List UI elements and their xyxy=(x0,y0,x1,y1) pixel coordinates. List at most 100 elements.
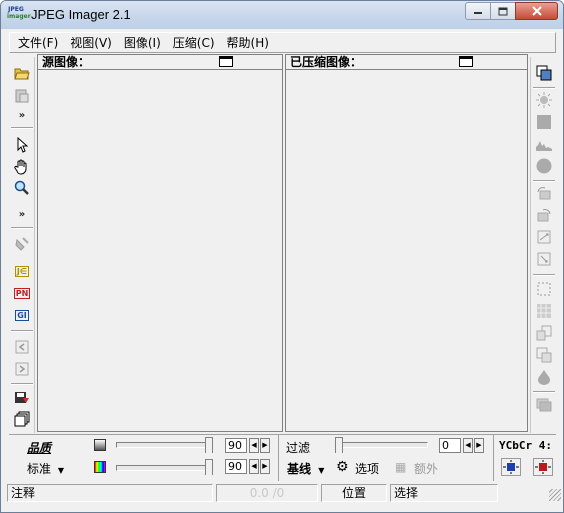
app-icon-text-bottom: imager xyxy=(7,13,31,20)
chevron-down-icon: ▼ xyxy=(318,466,325,475)
status-comment: 注释 xyxy=(7,484,213,502)
color-spectrum-icon xyxy=(94,461,106,473)
paint-icon[interactable] xyxy=(12,234,32,254)
square-icon[interactable] xyxy=(534,112,554,132)
ycbcr-label: YCbCr 4: xyxy=(499,439,552,452)
compressed-image-panel[interactable]: 已压缩图像： xyxy=(285,54,528,432)
maximize-button[interactable] xyxy=(490,2,516,20)
toolbar-separator xyxy=(533,87,555,89)
toolbar-separator xyxy=(11,227,33,229)
toolbar-separator xyxy=(533,180,555,182)
crop-icon[interactable] xyxy=(534,345,554,365)
drop-icon[interactable] xyxy=(534,367,554,387)
quality-slider-thumb[interactable] xyxy=(205,437,213,453)
title-bar[interactable]: JPEG imager JPEG Imager 2.1 xyxy=(1,1,563,29)
standard-dropdown[interactable]: 标准 ▼ xyxy=(27,460,64,477)
color-decrease-button[interactable]: ◀ xyxy=(249,459,259,474)
quality-label: 品质 xyxy=(27,441,52,455)
flip-icon[interactable] xyxy=(534,227,554,247)
more-chevron-icon-2[interactable]: » xyxy=(12,209,32,221)
select-rect-icon[interactable] xyxy=(534,279,554,299)
arrow-left-icon[interactable] xyxy=(12,337,32,357)
caption-buttons xyxy=(465,2,558,20)
copy-image-icon[interactable] xyxy=(534,63,554,83)
toolbar-separator xyxy=(11,127,33,129)
jpeg-tag-icon[interactable]: J∈ xyxy=(12,261,32,281)
app-icon-text-top: JPEG xyxy=(8,6,24,13)
divider xyxy=(278,435,279,481)
compressed-panel-header: 已压缩图像： xyxy=(286,55,527,70)
filter-slider-track[interactable] xyxy=(336,442,428,448)
paste-icon[interactable] xyxy=(12,85,32,105)
rotate-left-icon[interactable] xyxy=(534,183,554,203)
source-panel-title: 源图像： xyxy=(42,55,91,69)
filter-decrease-button[interactable]: ◀ xyxy=(463,438,473,453)
compressed-image-canvas[interactable] xyxy=(286,71,527,431)
extra-button[interactable]: 额外 xyxy=(414,460,438,477)
quality-value-field[interactable]: 90 xyxy=(225,438,247,453)
baseline-dropdown[interactable]: 基线 ▼ xyxy=(287,460,324,477)
color-slider-track[interactable] xyxy=(116,465,210,471)
filter-slider-thumb[interactable] xyxy=(335,437,343,453)
extra-icon: ▦ xyxy=(395,460,407,474)
brightness-icon[interactable] xyxy=(534,90,554,110)
rotate-right-icon[interactable] xyxy=(534,205,554,225)
menu-file[interactable]: 文件(F) xyxy=(12,34,64,51)
chevron-down-icon: ▼ xyxy=(57,466,64,475)
circle-icon[interactable] xyxy=(534,156,554,176)
minimize-icon xyxy=(474,12,482,14)
subsampling-red-button[interactable] xyxy=(533,458,553,476)
compressed-maximize-icon[interactable] xyxy=(459,56,473,67)
filter-increase-button[interactable]: ▶ xyxy=(474,438,484,453)
color-slider-thumb[interactable] xyxy=(205,459,213,475)
resize-icon[interactable] xyxy=(534,323,554,343)
png-tag-icon[interactable]: PN xyxy=(12,283,32,303)
color-increase-button[interactable]: ▶ xyxy=(260,459,270,474)
menu-compress[interactable]: 压缩(C) xyxy=(167,34,221,51)
histogram-icon[interactable] xyxy=(534,134,554,154)
left-toolbar: » » J∈ PN GI xyxy=(9,57,35,433)
options-button[interactable]: 选项 xyxy=(355,460,379,477)
filter-label: 过滤 xyxy=(286,441,311,455)
mirror-icon[interactable] xyxy=(534,249,554,269)
options-gear-icon: ⚙ xyxy=(336,459,349,475)
compression-controls: 品质 标准 ▼ 90 ◀ ▶ 90 ◀ ▶ 过滤 0 ◀ ▶ 基线 ▼ ⚙ 选项… xyxy=(9,434,556,481)
status-bar: 注释 0.0 /0 位置 选择 xyxy=(1,482,563,512)
arrow-right-icon[interactable] xyxy=(12,359,32,379)
close-button[interactable] xyxy=(515,2,558,20)
quality-decrease-button[interactable]: ◀ xyxy=(249,438,259,453)
toolbar-separator xyxy=(11,383,33,385)
toolbar-separator xyxy=(533,274,555,276)
filter-value-field[interactable]: 0 xyxy=(439,438,461,453)
grid-icon[interactable] xyxy=(534,301,554,321)
source-panel-header: 源图像： xyxy=(38,55,282,70)
menu-image[interactable]: 图像(I) xyxy=(118,34,167,51)
color-value-field[interactable]: 90 xyxy=(225,459,247,474)
subsampling-blue-icon xyxy=(503,460,519,474)
layers-icon[interactable] xyxy=(534,395,554,415)
hand-pan-icon[interactable] xyxy=(12,157,32,177)
source-image-panel[interactable]: 源图像： xyxy=(37,54,283,432)
status-selection: 选择 xyxy=(390,484,498,502)
toolbar-separator xyxy=(11,330,33,332)
source-image-canvas[interactable] xyxy=(38,71,282,431)
more-chevron-icon[interactable]: » xyxy=(12,110,32,122)
quality-slider-track[interactable] xyxy=(116,442,210,448)
gif-tag-icon[interactable]: GI xyxy=(12,305,32,325)
quality-increase-button[interactable]: ▶ xyxy=(260,438,270,453)
copy-windows-icon[interactable] xyxy=(12,409,32,429)
open-folder-icon[interactable] xyxy=(12,63,32,83)
source-maximize-icon[interactable] xyxy=(219,56,233,67)
status-size: 0.0 /0 xyxy=(216,484,318,502)
subsampling-blue-button[interactable] xyxy=(501,458,521,476)
divider xyxy=(493,435,494,481)
pointer-arrow-icon[interactable] xyxy=(12,135,32,155)
menu-help[interactable]: 帮助(H) xyxy=(221,34,275,51)
zoom-magnifier-icon[interactable] xyxy=(12,178,32,198)
toolbar-separator xyxy=(533,391,555,393)
menu-view[interactable]: 视图(V) xyxy=(64,34,118,51)
minimize-button[interactable] xyxy=(465,2,491,20)
save-disk-icon[interactable] xyxy=(12,388,32,408)
resize-grip-icon[interactable] xyxy=(549,489,561,501)
window-title: JPEG Imager 2.1 xyxy=(31,7,131,22)
